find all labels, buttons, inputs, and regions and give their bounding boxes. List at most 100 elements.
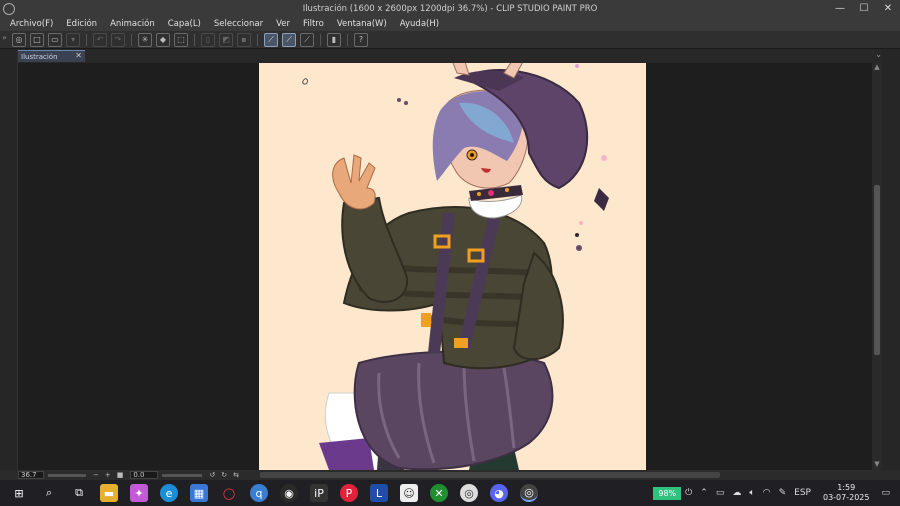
rotate-right-icon[interactable]: ↻ [221, 471, 227, 479]
clock-date: 03-07-2025 [822, 493, 870, 502]
menu-edicion[interactable]: Edición [66, 19, 97, 29]
menu-archivo[interactable]: Archivo(F) [10, 19, 53, 29]
snap-grid-icon[interactable]: ⟋ [300, 32, 314, 47]
vertical-scrollbar[interactable]: ▲ ▼ [872, 63, 882, 470]
clip-studio-paint-icon[interactable]: ◎ [520, 484, 538, 502]
title-bar: Ilustración (1600 x 2600px 1200dpi 36.7%… [0, 0, 900, 17]
task-view-icon[interactable]: ⧉ [70, 484, 88, 502]
chevron-up-icon[interactable]: ⌃ [700, 488, 708, 498]
tab-close-icon[interactable]: ✕ [75, 51, 82, 60]
media-app-icon[interactable]: ◉ [280, 484, 298, 502]
panel-collapse-icon[interactable]: ⌄ [875, 50, 882, 59]
chat-app-icon[interactable]: ☺ [400, 484, 418, 502]
scroll-down-icon[interactable]: ▼ [872, 460, 882, 470]
vertical-scroll-thumb[interactable] [874, 185, 880, 355]
tab-label: Ilustración [21, 52, 58, 61]
file-explorer-icon[interactable]: ▬ [100, 484, 118, 502]
loading-icon[interactable]: ✳ [138, 32, 152, 47]
edge-icon[interactable]: e [160, 484, 178, 502]
plug-icon: ⏻ [685, 488, 693, 498]
windows-start-icon[interactable]: ⊞ [10, 484, 28, 502]
menu-filtro[interactable]: Filtro [303, 19, 324, 29]
horizontal-scrollbar[interactable] [260, 472, 720, 478]
xbox-icon[interactable]: ✕ [430, 484, 448, 502]
clear-selection-icon[interactable]: ▯ [201, 32, 215, 47]
zoom-field[interactable]: 36.7 [18, 471, 44, 479]
rotation-slider[interactable] [162, 473, 203, 477]
zoom-out-icon[interactable]: − [93, 471, 99, 479]
qbittorrent-icon[interactable]: q [250, 484, 268, 502]
menu-capa[interactable]: Capa(L) [168, 19, 201, 29]
search-icon[interactable]: ⌕ [40, 484, 58, 502]
toolbar-divider [86, 33, 87, 46]
right-dock-strip [882, 49, 900, 470]
toolbar-divider [194, 33, 195, 46]
new-file-icon[interactable]: □ [30, 32, 44, 47]
maximize-button[interactable]: ☐ [852, 0, 876, 17]
toolbar-divider [131, 33, 132, 46]
menu-animacion[interactable]: Animación [110, 19, 155, 29]
toolbar-divider [347, 33, 348, 46]
opera-icon[interactable]: ◯ [220, 484, 238, 502]
snap-ruler-icon[interactable]: ⟋ [264, 32, 278, 47]
windows-taskbar: ⊞ ⌕ ⧉ ▬ ✦ e ▦ ◯ q ◉ iP P L ☺ ✕ ◎ ◕ ◎ 98%… [0, 480, 900, 506]
minimize-button[interactable]: — [828, 0, 852, 17]
pen-icon[interactable]: ✎ [779, 488, 787, 498]
save-icon[interactable]: ▾ [66, 32, 80, 47]
crop-icon[interactable]: ◩ [219, 32, 233, 47]
zoom-in-icon[interactable]: + [105, 471, 111, 479]
window-controls: — ☐ ✕ [828, 0, 900, 17]
wifi-icon[interactable]: ◠ [763, 488, 771, 498]
microsoft-store-icon[interactable]: ▦ [190, 484, 208, 502]
help-icon[interactable]: ? [354, 32, 368, 47]
rotate-left-icon[interactable]: ↺ [209, 471, 215, 479]
redo-icon[interactable]: ↷ [111, 32, 125, 47]
menu-ver[interactable]: Ver [276, 19, 290, 29]
window-title: Ilustración (1600 x 2600px 1200dpi 36.7%… [302, 3, 598, 14]
zoom-fit-icon[interactable]: ■ [117, 471, 124, 479]
pinterest-icon[interactable]: P [340, 484, 358, 502]
command-bar: » ◎ □ ▭ ▾ ↶ ↷ ✳ ◆ ⬚ ▯ ◩ ▪ ⟋ ⟋ ⟋ ▮ ? [0, 31, 900, 49]
menu-bar: Archivo(F) Edición Animación Capa(L) Sel… [0, 17, 900, 31]
language-indicator[interactable]: ESP [794, 488, 811, 498]
device-icon[interactable]: ▮ [327, 32, 341, 47]
left-dock-strip [0, 49, 18, 470]
menu-ventana[interactable]: Ventana(W) [337, 19, 387, 29]
clock-time: 1:59 [837, 483, 856, 492]
tab-ilustracion[interactable]: Ilustración ✕ [18, 50, 85, 62]
toolbar-divider [257, 33, 258, 46]
artwork-illustration [302, 63, 609, 470]
canvas-page[interactable] [259, 63, 646, 470]
status-bar: 36.7 − + ■ 0.0 ↺ ↻ ⇆ [0, 470, 900, 480]
clip-studio-tray-icon[interactable]: ◎ [460, 484, 478, 502]
mask-icon[interactable]: ▪ [237, 32, 251, 47]
canvas-workarea[interactable] [18, 63, 872, 470]
battery-icon[interactable]: ▭ [716, 488, 725, 498]
toolbar-divider [320, 33, 321, 46]
discord-icon[interactable]: ◕ [490, 484, 508, 502]
undo-icon[interactable]: ↶ [93, 32, 107, 47]
menu-ayuda[interactable]: Ayuda(H) [400, 19, 439, 29]
cloud-icon[interactable]: ☁ [732, 488, 741, 498]
clip-studio-icon[interactable]: ◎ [12, 32, 26, 47]
scroll-up-icon[interactable]: ▲ [872, 63, 882, 73]
app-l-icon[interactable]: L [370, 484, 388, 502]
menu-seleccionar[interactable]: Seleccionar [214, 19, 263, 29]
clock[interactable]: 1:59 03-07-2025 [823, 483, 870, 503]
system-tray: 98% ⏻ ⌃ ▭ ☁ 🔈︎ ◠ ✎ ESP 1:59 03-07-2025 ▭ [653, 480, 900, 506]
zoom-slider[interactable] [48, 473, 86, 477]
notifications-icon[interactable]: ▭ [881, 488, 890, 498]
close-button[interactable]: ✕ [876, 0, 900, 17]
transform-icon[interactable]: ⬚ [174, 32, 188, 47]
volume-icon[interactable]: 🔈︎ [749, 488, 754, 498]
toolbar-grip-icon[interactable]: » [2, 33, 10, 47]
battery-indicator[interactable]: 98% [653, 486, 682, 500]
copilot-icon[interactable]: ✦ [130, 484, 148, 502]
ibis-paint-icon[interactable]: iP [310, 484, 328, 502]
open-file-icon[interactable]: ▭ [48, 32, 62, 47]
flip-icon[interactable]: ⇆ [233, 471, 239, 479]
rotation-field[interactable]: 0.0 [130, 471, 159, 479]
document-tab-strip: Ilustración ✕ ⌄ [0, 49, 900, 63]
snap-special-ruler-icon[interactable]: ⟋ [282, 32, 296, 47]
fill-icon[interactable]: ◆ [156, 32, 170, 47]
